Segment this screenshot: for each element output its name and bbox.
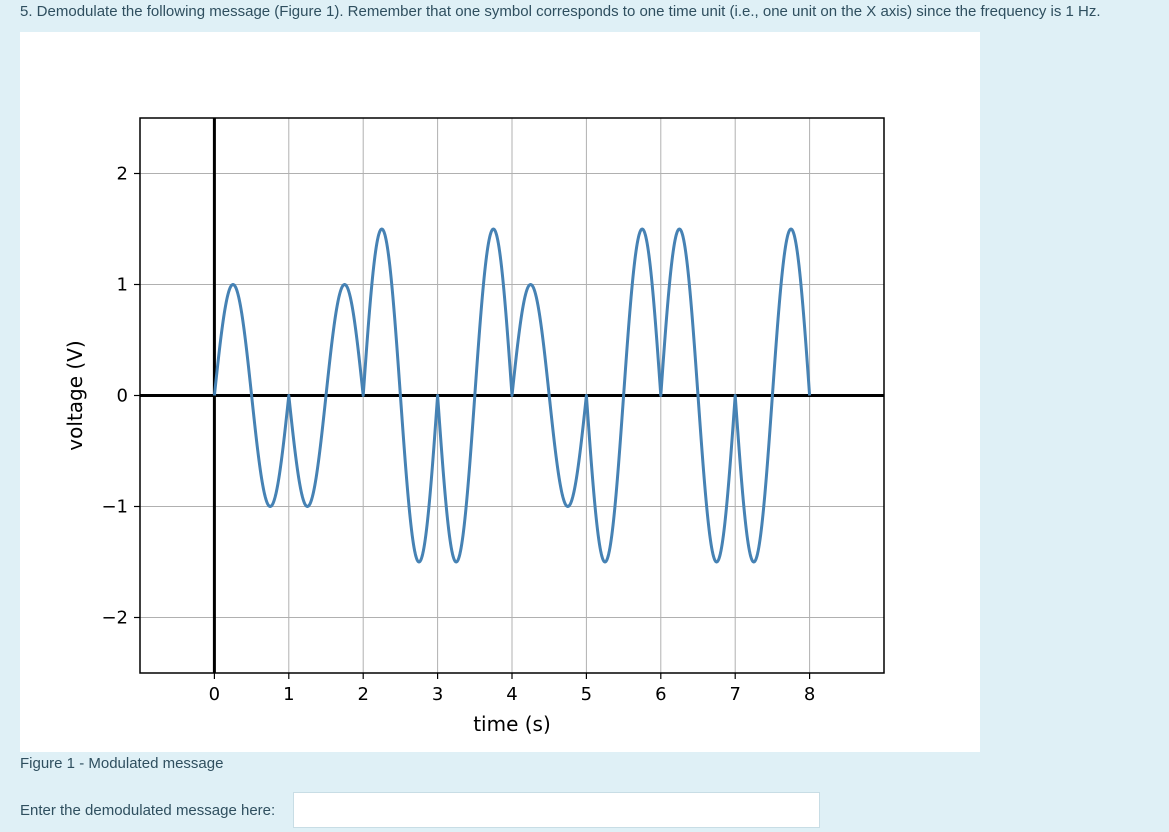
figure-caption: Figure 1 - Modulated message: [20, 755, 224, 772]
x-tick-label: 2: [357, 684, 368, 705]
x-tick-label: 1: [283, 684, 294, 705]
x-axis-label: time (s): [473, 712, 551, 736]
y-tick-label: −1: [101, 497, 128, 518]
answer-label: Enter the demodulated message here:: [20, 802, 276, 819]
question-text: 5. Demodulate the following message (Fig…: [20, 3, 1101, 20]
x-tick-label: 0: [209, 684, 220, 705]
x-tick-label: 4: [506, 684, 517, 705]
x-tick-label: 7: [729, 684, 740, 705]
y-tick-label: 0: [117, 386, 128, 407]
x-tick-label: 5: [581, 684, 592, 705]
x-tick-label: 8: [804, 684, 815, 705]
answer-input[interactable]: [293, 792, 820, 828]
figure-1: 0 1 2 3 4 5 6 7 8 −2 −1 0 1 2 time (s) voltage (V): [20, 32, 980, 752]
y-axis-label: voltage (V): [63, 340, 87, 450]
y-tick-label: −2: [101, 608, 128, 629]
x-tick-label: 6: [655, 684, 666, 705]
x-tick-label: 3: [432, 684, 443, 705]
y-tick-label: 2: [117, 164, 128, 185]
ticks: 0 1 2 3 4 5 6 7 8 −2 −1 0 1 2: [101, 164, 815, 706]
y-tick-label: 1: [117, 275, 128, 296]
modulated-message-chart: 0 1 2 3 4 5 6 7 8 −2 −1 0 1 2 time (s) voltage (V): [63, 117, 885, 736]
